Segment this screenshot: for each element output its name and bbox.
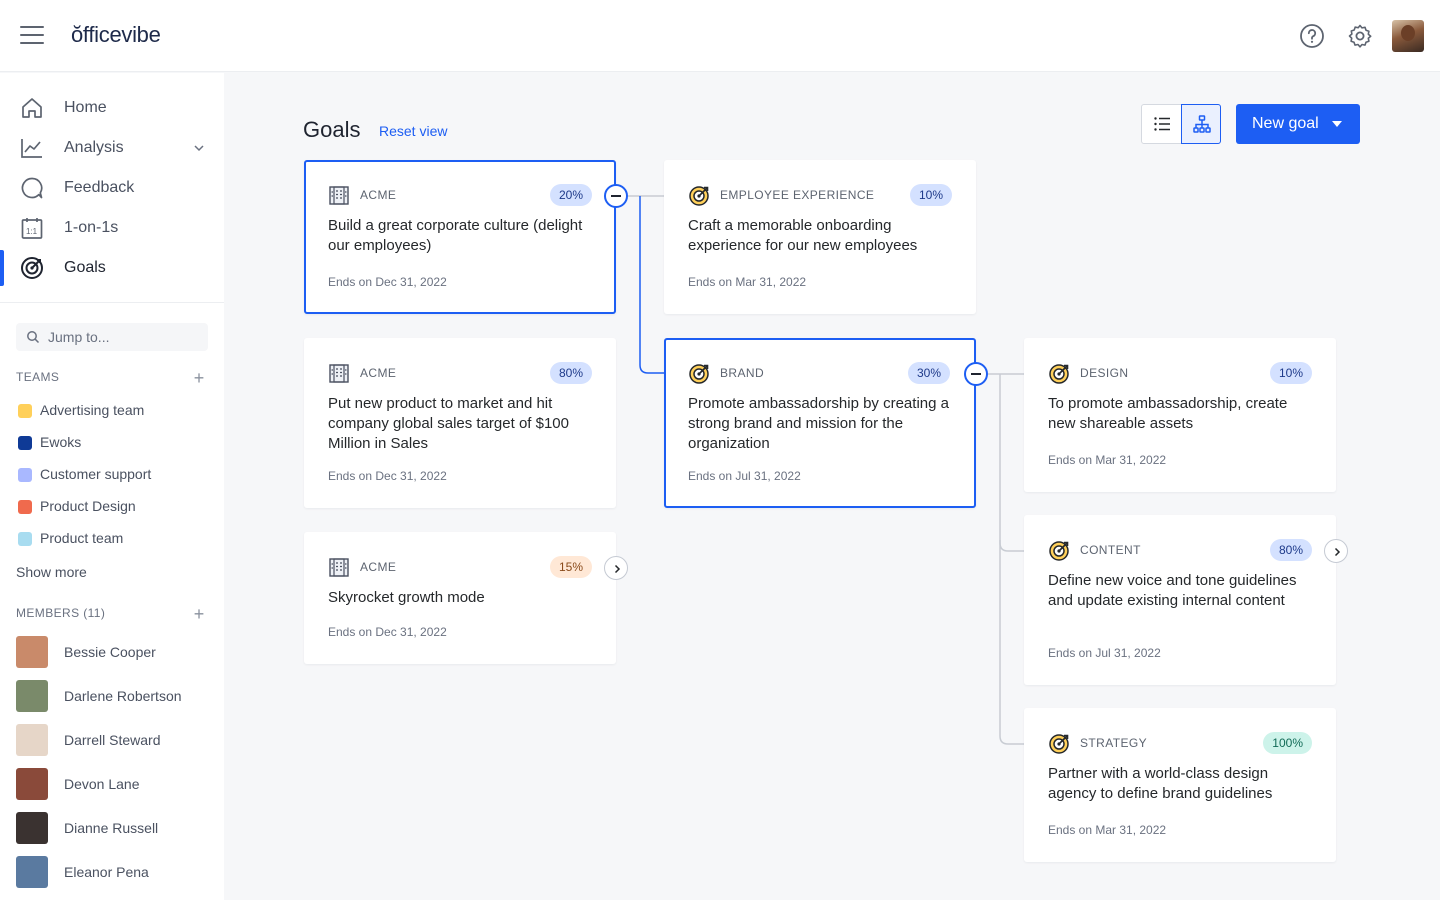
goal-category: ACME (360, 366, 397, 380)
target-icon (1049, 541, 1069, 561)
collapse-children-button[interactable] (964, 362, 988, 386)
goal-card[interactable]: STRATEGY 100% Partner with a world-class… (1024, 708, 1336, 862)
goal-end-date: Ends on Mar 31, 2022 (1048, 453, 1167, 467)
target-icon (1049, 734, 1069, 754)
goal-end-date: Ends on Dec 31, 2022 (328, 625, 447, 639)
goal-end-date: Ends on Mar 31, 2022 (688, 275, 807, 289)
expand-children-button[interactable] (604, 556, 628, 580)
goal-end-date: Ends on Jul 31, 2022 (688, 469, 801, 483)
goal-end-date: Ends on Dec 31, 2022 (328, 275, 447, 289)
collapse-children-button[interactable] (604, 184, 628, 208)
progress-badge: 30% (907, 362, 950, 384)
goal-card[interactable]: DESIGN 10% To promote ambassadorship, cr… (1024, 338, 1336, 492)
progress-badge: 80% (1269, 539, 1312, 561)
goal-category: STRATEGY (1080, 736, 1147, 750)
target-icon (689, 186, 709, 206)
target-icon (1049, 364, 1069, 384)
target-icon (689, 364, 709, 384)
goal-title: Define new voice and tone guidelines and… (1048, 572, 1297, 609)
goal-title: Skyrocket growth mode (328, 589, 485, 606)
goal-end-date: Ends on Jul 31, 2022 (1048, 646, 1161, 660)
chevron-right-icon (614, 564, 621, 574)
goal-card[interactable]: ACME 15% Skyrocket growth mode Ends on D… (304, 532, 616, 664)
goal-card[interactable]: ACME 20% Build a great corporate culture… (304, 160, 616, 314)
goal-title: To promote ambassadorship, create new sh… (1048, 395, 1288, 432)
goal-end-date: Ends on Mar 31, 2022 (1048, 823, 1167, 837)
goal-title: Build a great corporate culture (delight… (328, 217, 583, 254)
progress-badge: 100% (1263, 732, 1312, 754)
building-icon (329, 364, 349, 383)
progress-badge: 15% (549, 556, 592, 578)
progress-badge: 10% (1269, 362, 1312, 384)
expand-children-button[interactable] (1324, 539, 1348, 563)
goal-card[interactable]: ACME 80% Put new product to market and h… (304, 338, 616, 508)
goal-category: DESIGN (1080, 366, 1129, 380)
goal-end-date: Ends on Dec 31, 2022 (328, 469, 447, 483)
goal-title: Put new product to market and hit compan… (328, 395, 569, 452)
goal-title: Partner with a world-class design agency… (1048, 765, 1273, 802)
goal-category: BRAND (720, 366, 765, 380)
goal-card[interactable]: CONTENT 80% Define new voice and tone gu… (1024, 515, 1336, 685)
building-icon (329, 186, 349, 205)
goal-category: ACME (360, 560, 397, 574)
goal-title: Craft a memorable onboarding experience … (688, 217, 918, 254)
progress-badge: 20% (549, 184, 592, 206)
goal-category: EMPLOYEE EXPERIENCE (720, 188, 875, 202)
chevron-right-icon (1334, 547, 1341, 557)
goal-category: ACME (360, 188, 397, 202)
progress-badge: 10% (909, 184, 952, 206)
progress-badge: 80% (549, 362, 592, 384)
goal-category: CONTENT (1080, 543, 1141, 557)
goal-title: Promote ambassadorship by creating a str… (688, 395, 949, 452)
building-icon (329, 558, 349, 577)
goal-card[interactable]: BRAND 30% Promote ambassadorship by crea… (664, 338, 976, 508)
goal-card[interactable]: EMPLOYEE EXPERIENCE 10% Craft a memorabl… (664, 160, 976, 314)
